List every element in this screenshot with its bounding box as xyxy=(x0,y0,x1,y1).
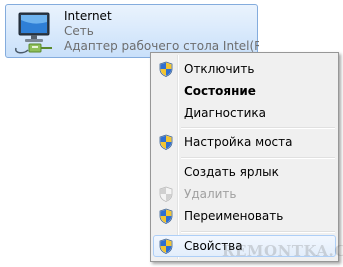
uac-shield-icon xyxy=(158,134,174,150)
uac-shield-disabled-icon xyxy=(158,186,174,202)
menu-item-rename[interactable]: Переименовать xyxy=(153,205,336,227)
uac-shield-icon xyxy=(158,238,174,254)
menu-separator xyxy=(181,157,335,159)
network-connection-item[interactable]: Internet Сеть Адаптер рабочего стола Int… xyxy=(5,4,259,58)
menu-item-label: Создать ярлык xyxy=(184,165,279,179)
uac-shield-icon xyxy=(158,208,174,224)
menu-item-label: Настройка моста xyxy=(184,135,293,149)
menu-item-label: Состояние xyxy=(184,84,256,98)
menu-item-label: Диагностика xyxy=(184,106,267,120)
menu-item-label: Переименовать xyxy=(184,209,284,223)
menu-item-status[interactable]: Состояние xyxy=(153,80,336,102)
connection-name: Internet xyxy=(64,9,112,23)
menu-item-label: Отключить xyxy=(184,62,255,76)
menu-separator xyxy=(181,127,335,129)
context-menu: Отключить Состояние Диагностика Настройк… xyxy=(150,52,339,262)
menu-item-bridge[interactable]: Настройка моста xyxy=(153,131,336,153)
menu-separator xyxy=(181,231,335,233)
menu-item-label: Удалить xyxy=(184,187,237,201)
menu-item-create-shortcut[interactable]: Создать ярлык xyxy=(153,161,336,183)
menu-item-delete: Удалить xyxy=(153,183,336,205)
menu-item-diagnose[interactable]: Диагностика xyxy=(153,102,336,124)
connection-status: Сеть xyxy=(64,24,94,38)
network-adapter-icon xyxy=(10,10,60,56)
watermark: REMONTKA.COM xyxy=(222,242,343,260)
uac-shield-icon xyxy=(158,61,174,77)
menu-item-disable[interactable]: Отключить xyxy=(153,58,336,80)
